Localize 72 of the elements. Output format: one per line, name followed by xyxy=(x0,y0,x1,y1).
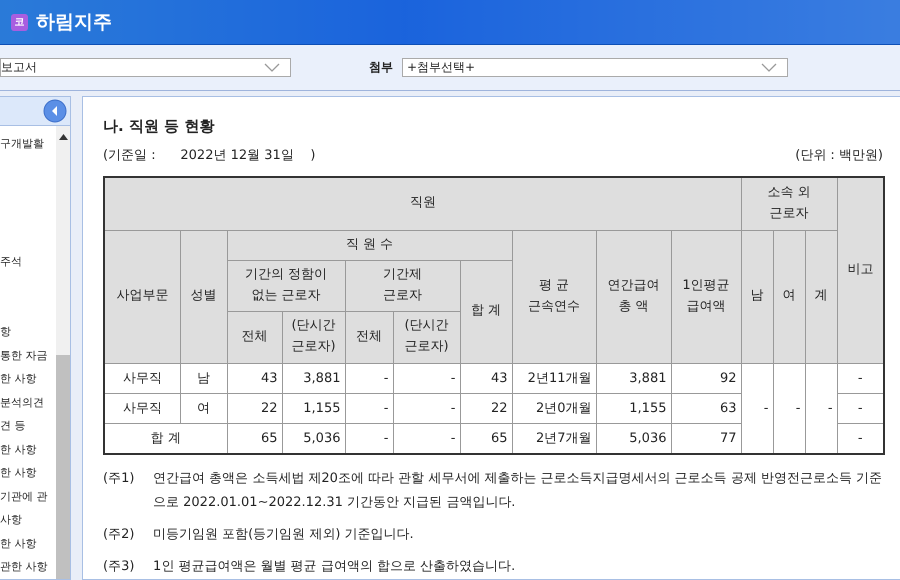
base-date: (기준일 : 2022년 12월 31일 ) xyxy=(103,147,316,164)
header-cell: 전체 xyxy=(227,311,282,363)
header-cell: 남 xyxy=(741,230,773,363)
table-cell: 92 xyxy=(671,363,741,393)
unit-label: (단위 : 백만원) xyxy=(795,147,883,164)
note-text: 연간급여 총액은 소득세법 제20조에 따라 관할 세무서에 제출하는 근로소득지급명세서의 근로소득 공제 반영전근로소득 기준으로 2022.01.01~2022.12.31 기간동안 지급된 금액입니다. xyxy=(153,470,884,512)
header-cell: 1인평균 급여액 xyxy=(671,230,741,363)
sidebar-item[interactable]: 한 사항 xyxy=(0,438,56,461)
scrollbar-thumb[interactable] xyxy=(56,355,70,579)
header-cell: 연간급여 총 액 xyxy=(596,230,671,363)
header-cell: 비고 xyxy=(837,177,884,363)
sidebar-item[interactable]: 관한 사항 xyxy=(0,555,56,578)
attach-label: 첨부 xyxy=(369,59,393,76)
note-text: 미등기임원 포함(등기임원 제외) 기준입니다. xyxy=(153,526,414,544)
table-cell: 43 xyxy=(227,363,282,393)
table-cell: - xyxy=(345,363,393,393)
header-cell: 직원 xyxy=(104,177,741,230)
table-cell: 여 xyxy=(180,393,227,423)
header-cell: 직 원 수 xyxy=(227,230,512,260)
app-icon: 코 xyxy=(11,14,28,30)
header-cell: 평 균 근속연수 xyxy=(512,230,596,363)
sidebar-item[interactable]: 견 등 xyxy=(0,414,56,438)
header-cell: 성별 xyxy=(180,230,227,363)
chevron-down-icon xyxy=(761,63,777,72)
table-cell: 22 xyxy=(460,393,512,423)
header-cell: 여 xyxy=(773,230,805,363)
table-cell: 3,881 xyxy=(282,363,345,393)
sidebar-item[interactable]: 기관에 관 xyxy=(0,484,56,508)
report-select[interactable]: 보고서 xyxy=(0,58,291,77)
scroll-up-icon[interactable] xyxy=(58,134,68,140)
attachment-select[interactable]: +첨부선택+ xyxy=(402,58,788,77)
header-cell: 소속 외 근로자 xyxy=(741,177,838,230)
header-cell: 기간의 정함이 없는 근로자 xyxy=(227,260,345,311)
header-cell: 계 xyxy=(805,230,838,363)
sidebar-item[interactable]: 분석의견 xyxy=(0,390,56,414)
table-cell: 2년0개월 xyxy=(512,393,596,423)
sidebar-item[interactable]: 한 사항 xyxy=(0,367,56,390)
sidebar-item[interactable]: 한 사항 xyxy=(0,532,56,555)
table-cell: 1,155 xyxy=(596,393,671,423)
table-cell: 1,155 xyxy=(282,393,345,423)
note-mark: (주2) xyxy=(103,526,136,544)
header-cell: 합 계 xyxy=(460,260,512,363)
section-title: 나. 직원 등 현황 xyxy=(103,117,216,136)
table-cell: - xyxy=(741,363,773,454)
header-cell: 사업부문 xyxy=(104,230,180,363)
header-cell: (단시간 근로자) xyxy=(282,311,345,363)
table-cell: 사무직 xyxy=(104,393,180,423)
sidebar-item[interactable]: 주석 xyxy=(0,250,56,273)
sidebar-item[interactable]: 사항 xyxy=(0,508,56,532)
collapse-button[interactable] xyxy=(43,99,67,123)
table-cell: 3,881 xyxy=(596,363,671,393)
table-cell: - xyxy=(393,393,460,423)
table-cell: 22 xyxy=(227,393,282,423)
table-cell: 남 xyxy=(180,363,227,393)
sidebar-item[interactable]: 통한 자금 xyxy=(0,344,56,367)
chevron-down-icon xyxy=(264,63,280,72)
sidebar-item[interactable]: 한 사항 xyxy=(0,461,56,484)
sidebar-item[interactable]: 구개발활 xyxy=(0,132,56,156)
header-cell: 전체 xyxy=(345,311,393,363)
table-cell: 43 xyxy=(460,363,512,393)
header-cell: 기간제 근로자 xyxy=(345,260,460,311)
table-cell: 2년11개월 xyxy=(512,363,596,393)
sidebar-item[interactable]: 항 xyxy=(0,320,56,344)
table-cell: - xyxy=(345,393,393,423)
table-cell: - xyxy=(393,363,460,393)
note-mark: (주1) xyxy=(103,470,136,488)
note-mark: (주3) xyxy=(103,558,136,576)
scrollbar[interactable] xyxy=(56,126,70,579)
window-title: 하림지주 xyxy=(36,10,112,35)
note-text: 1인 평균급여액은 월별 평균 급여액의 합으로 산출하였습니다. xyxy=(153,558,516,576)
header-cell: (단시간 근로자) xyxy=(393,311,460,363)
table-cell: 사무직 xyxy=(104,363,180,393)
